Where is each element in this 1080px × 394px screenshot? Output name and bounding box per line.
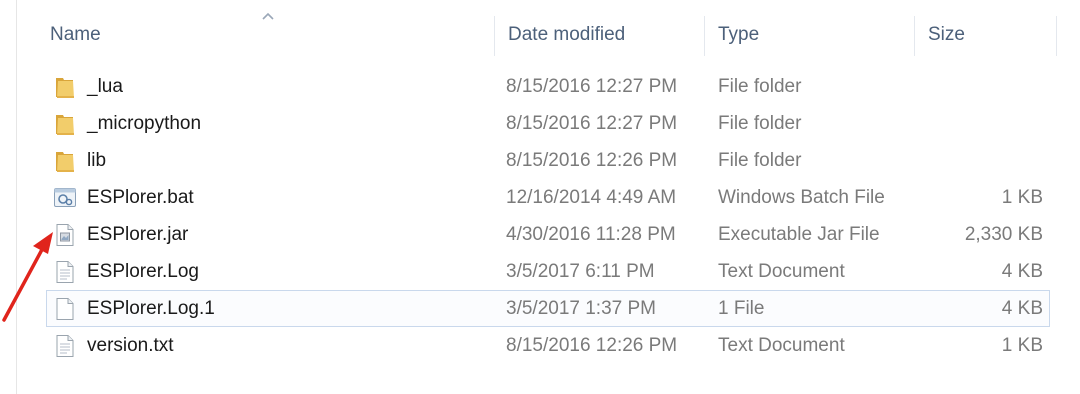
- annotation-arrow: [2, 232, 53, 322]
